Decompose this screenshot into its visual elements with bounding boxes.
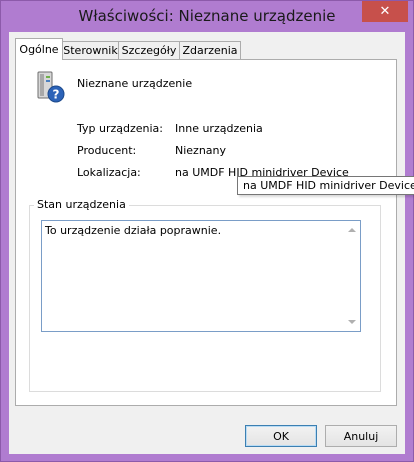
manufacturer-value: Nieznany (175, 144, 227, 157)
window-title: Właściwości: Nieznane urządzenie (78, 7, 336, 25)
location-tooltip: na UMDF HID minidriver Device (237, 176, 414, 195)
tab-driver[interactable]: Sterownik (62, 41, 119, 59)
ok-button[interactable]: OK (245, 425, 317, 447)
tab-general[interactable]: Ogólne (15, 38, 63, 60)
device-status-text: To urządzenie działa poprawnie. (45, 224, 222, 237)
cancel-button[interactable]: Anuluj (325, 425, 397, 447)
unknown-device-icon: ? (37, 71, 65, 103)
status-scrollbar[interactable] (343, 221, 360, 331)
general-tab-panel: ? Nieznane urządzenie Typ urządzenia: In… (15, 59, 414, 406)
tab-details[interactable]: Szczegóły (118, 41, 180, 59)
scroll-down-icon[interactable] (348, 320, 356, 324)
title-bar[interactable]: Właściwości: Nieznane urządzenie ✕ (1, 1, 413, 32)
tab-label: Sterownik (63, 44, 118, 57)
device-name: Nieznane urządzenie (77, 77, 193, 90)
close-button[interactable]: ✕ (362, 1, 408, 22)
device-status-textbox[interactable]: To urządzenie działa poprawnie. (41, 220, 361, 332)
properties-window: Właściwości: Nieznane urządzenie ✕ Ogóln… (0, 0, 414, 462)
device-status-group: Stan urządzenia To urządzenie działa pop… (29, 198, 381, 392)
dialog-client-area: Ogólne Sterownik Szczegóły Zdarzenia ? N… (9, 32, 414, 454)
tab-label: Zdarzenia (182, 44, 238, 57)
close-icon: ✕ (379, 4, 391, 19)
svg-text:?: ? (53, 88, 60, 102)
device-type-label: Typ urządzenia: (77, 122, 164, 135)
tab-events[interactable]: Zdarzenia (179, 41, 241, 59)
device-type-value: Inne urządzenia (175, 122, 263, 135)
tab-label: Szczegóły (121, 44, 177, 57)
device-status-label: Stan urządzenia (34, 198, 129, 211)
scroll-up-icon[interactable] (348, 228, 356, 232)
location-label: Lokalizacja: (77, 166, 141, 179)
manufacturer-label: Producent: (77, 144, 137, 157)
tab-label: Ogólne (19, 43, 59, 56)
